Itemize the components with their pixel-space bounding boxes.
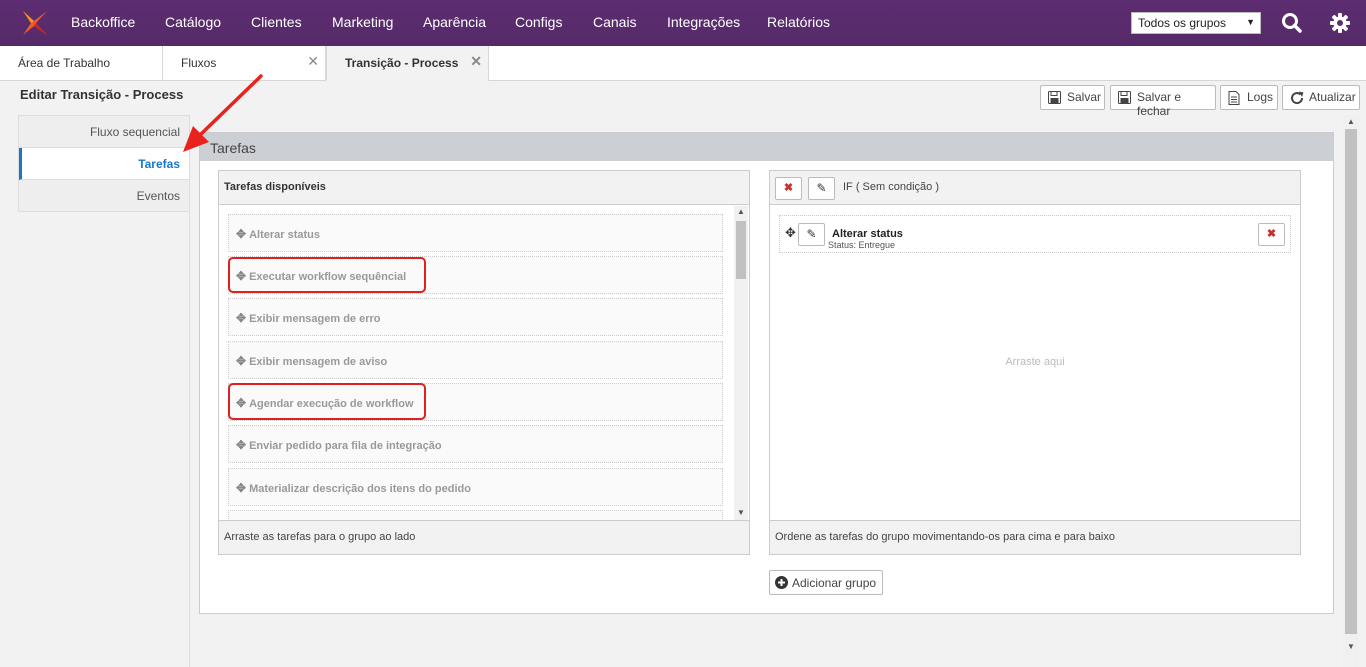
- annotation-arrow-icon: [183, 74, 263, 152]
- top-navbar: Backoffice Catálogo Clientes Marketing A…: [0, 0, 1366, 46]
- search-icon[interactable]: [1281, 12, 1303, 34]
- refresh-label: Atualizar: [1309, 90, 1356, 104]
- tasks-panel: Tarefas Tarefas disponíveis ✥ Alterar sta…: [199, 132, 1334, 614]
- available-tasks-header: Tarefas disponíveis: [219, 171, 749, 205]
- refresh-button[interactable]: Atualizar: [1282, 85, 1360, 110]
- move-icon: ✥: [236, 311, 247, 325]
- page-scrollbar[interactable]: ▲ ▼: [1343, 115, 1359, 667]
- scroll-down-icon[interactable]: ▼: [737, 508, 745, 517]
- drop-zone-hint: Arraste aqui: [1005, 356, 1065, 368]
- task-item[interactable]: ✥ Exibir mensagem de aviso: [228, 341, 723, 379]
- add-group-button[interactable]: Adicionar grupo: [769, 570, 884, 595]
- plus-circle-icon: [775, 576, 788, 589]
- edit-task-button[interactable]: ✎: [798, 223, 825, 246]
- move-icon: ✥: [236, 438, 247, 452]
- nav-aparencia[interactable]: Aparência: [423, 14, 486, 30]
- group-header: ✖ ✎ IF ( Sem condição ): [770, 171, 1300, 205]
- task-label: Enviar pedido para fila de integração: [249, 440, 442, 452]
- tab-label: Fluxos: [181, 56, 217, 70]
- scroll-down-icon[interactable]: ▼: [1347, 642, 1355, 651]
- gear-icon[interactable]: [1329, 12, 1351, 34]
- floppy-icon: [1118, 91, 1131, 104]
- logs-label: Logs: [1247, 90, 1274, 104]
- scroll-thumb[interactable]: [736, 221, 746, 279]
- save-and-close-button[interactable]: Salvar e fechar: [1110, 85, 1216, 118]
- side-menu: Fluxo sequencial Tarefas Eventos: [18, 115, 190, 212]
- task-item[interactable]: ✥ Exibir mensagem de erro: [228, 298, 723, 336]
- add-group-label: Adicionar grupo: [792, 576, 877, 590]
- move-icon: ✥: [236, 227, 247, 241]
- divider: [189, 115, 190, 667]
- group-select-value: Todos os grupos: [1138, 16, 1227, 30]
- group-select[interactable]: Todos os grupos ▼: [1131, 12, 1261, 34]
- nav-clientes[interactable]: Clientes: [251, 14, 302, 30]
- task-item[interactable]: ✥ Alterar status: [228, 214, 723, 252]
- group-footer: Ordene as tarefas do grupo movimentando-…: [770, 520, 1300, 554]
- available-tasks-box: Tarefas disponíveis ✥ Alterar status ✥ Exe…: [218, 170, 750, 555]
- tab-label: Transição - Process: [345, 56, 459, 70]
- group-task-item[interactable]: ✥ ✎ Alterar status Status: Entregue ✖: [779, 215, 1291, 253]
- move-icon: ✥: [236, 481, 247, 495]
- pencil-icon: ✎: [816, 181, 827, 195]
- close-icon[interactable]: ✕: [470, 53, 482, 70]
- task-label: Alterar status: [249, 229, 320, 241]
- group-box: ✖ ✎ IF ( Sem condição ) ✥ ✎ Alterar stat…: [769, 170, 1301, 555]
- section-title: Tarefas: [200, 133, 1333, 161]
- tab-label: Área de Trabalho: [18, 56, 111, 70]
- task-label: Materializar descrição dos itens do pedi…: [249, 483, 471, 495]
- pencil-icon: ✎: [806, 227, 817, 241]
- side-item-tarefas[interactable]: Tarefas: [19, 148, 189, 180]
- nav-backoffice[interactable]: Backoffice: [71, 14, 135, 30]
- scroll-up-icon[interactable]: ▲: [737, 207, 745, 216]
- nav-canais[interactable]: Canais: [593, 14, 637, 30]
- chevron-down-icon: ▼: [1246, 17, 1255, 27]
- nav-catalogo[interactable]: Catálogo: [165, 14, 221, 30]
- nav-configs[interactable]: Configs: [515, 14, 562, 30]
- floppy-icon: [1048, 91, 1061, 104]
- logo-icon[interactable]: [20, 8, 50, 38]
- page-title: Editar Transição - Process: [20, 87, 184, 102]
- close-icon: ✖: [783, 182, 794, 194]
- remove-task-button[interactable]: ✖: [1258, 223, 1285, 246]
- delete-group-button[interactable]: ✖: [775, 177, 802, 200]
- group-task-title: Alterar status: [832, 228, 903, 240]
- close-icon[interactable]: ✕: [307, 53, 319, 70]
- group-task-subtitle: Status: Entregue: [828, 240, 896, 250]
- task-label: Exibir mensagem de aviso: [249, 356, 388, 368]
- document-icon: [1228, 91, 1240, 105]
- edit-condition-button[interactable]: ✎: [808, 177, 835, 200]
- tab-transicao-process[interactable]: Transição - Process ✕: [326, 46, 489, 81]
- save-label: Salvar: [1067, 90, 1102, 104]
- highlight-box: [228, 257, 426, 293]
- side-item-fluxo-sequencial[interactable]: Fluxo sequencial: [19, 116, 189, 148]
- save-and-close-label: Salvar e fechar: [1137, 90, 1182, 118]
- task-item[interactable]: ✥ Materializar descrição dos itens do ped…: [228, 468, 723, 506]
- highlight-box: [228, 383, 426, 420]
- scroll-thumb[interactable]: [1345, 129, 1357, 634]
- save-button[interactable]: Salvar: [1040, 85, 1105, 110]
- nav-relatorios[interactable]: Relatórios: [767, 14, 830, 30]
- task-label: Exibir mensagem de erro: [249, 313, 381, 325]
- logs-button[interactable]: Logs: [1220, 85, 1278, 110]
- refresh-icon: [1291, 91, 1304, 105]
- task-item[interactable]: ✥ Enviar pedido para fila de integração: [228, 425, 723, 463]
- tab-area-de-trabalho[interactable]: Área de Trabalho: [0, 46, 163, 81]
- tasks-scrollbar[interactable]: ▲ ▼: [734, 206, 748, 520]
- nav-integracoes[interactable]: Integrações: [667, 14, 740, 30]
- move-icon: ✥: [236, 354, 247, 368]
- side-item-eventos[interactable]: Eventos: [19, 180, 189, 212]
- close-icon: ✖: [1266, 228, 1277, 240]
- available-tasks-footer: Arraste as tarefas para o grupo ao lado: [219, 520, 749, 554]
- move-icon[interactable]: ✥: [785, 225, 796, 241]
- scroll-up-icon[interactable]: ▲: [1347, 117, 1355, 126]
- group-condition: IF ( Sem condição ): [843, 181, 939, 193]
- nav-marketing[interactable]: Marketing: [332, 14, 393, 30]
